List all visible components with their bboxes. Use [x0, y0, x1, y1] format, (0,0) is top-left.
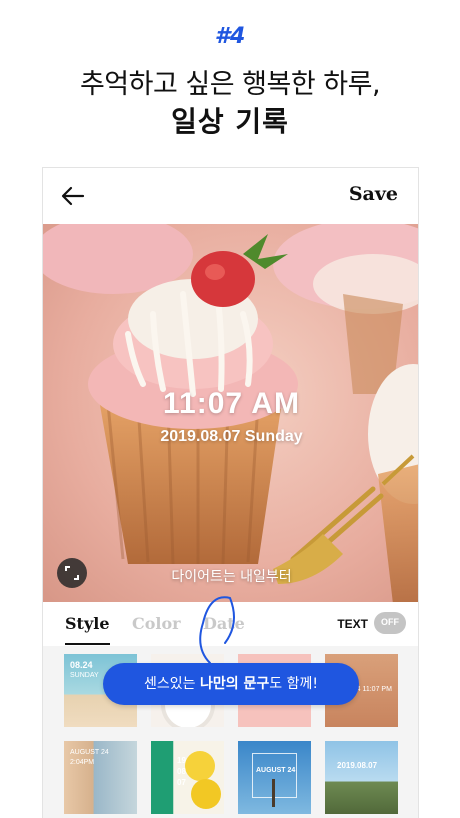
thumb-text: SUNDAY: [70, 672, 99, 679]
thumb-text: AUGUST 24: [70, 749, 109, 756]
palm-trunk: [272, 779, 275, 807]
expand-icon: [65, 566, 79, 580]
thumb-text: 08.24: [70, 660, 93, 670]
thumb-text: 2:04PM: [70, 759, 95, 766]
thumb-text: 19 08 07: [177, 756, 186, 787]
photo-preview[interactable]: 11:07 AM 2019.08.07 Sunday 다이어트는 내일부터: [43, 224, 418, 602]
callout-bold: 나만의 문구: [200, 676, 270, 692]
save-button[interactable]: Save: [349, 183, 398, 205]
callout-suffix: 도 함께!: [269, 676, 318, 692]
text-toggle-state: OFF: [381, 617, 399, 627]
callout-prefix: 센스있는: [144, 676, 200, 692]
lemon-shape: [185, 751, 215, 781]
callout-bubble: 센스있는 나만의 문구도 함께!: [103, 663, 359, 705]
arrow-left-icon: [61, 186, 85, 206]
template-thumb[interactable]: AUGUST 24: [238, 741, 311, 814]
text-toggle-label: TEXT: [337, 617, 368, 631]
text-toggle[interactable]: OFF: [374, 612, 406, 634]
app-screen: Save 11:07 AM 2019.08.07 Sunday 다이어트는 내일…: [42, 167, 419, 818]
back-button[interactable]: [57, 180, 89, 212]
template-thumb[interactable]: AUGUST 24 2:04PM: [64, 741, 137, 814]
active-tab-indicator: [65, 643, 110, 645]
lemon-shape: [191, 779, 221, 809]
photo-date-overlay: 2019.08.07 Sunday: [160, 428, 303, 445]
promo-number: #4: [214, 24, 246, 49]
photo-caption-overlay: 다이어트는 내일부터: [171, 569, 292, 585]
tab-color[interactable]: Color: [132, 614, 181, 633]
app-bar: Save: [43, 168, 418, 224]
photo-time-overlay: 11:07 AM: [163, 387, 300, 420]
promo-headline-line1: 추억하고 싶은 행복한 하루,: [79, 69, 381, 100]
scribble-decoration: [199, 596, 235, 664]
promo-headline-line2: 일상 기록: [171, 105, 289, 138]
thumb-text: AUGUST 24: [256, 767, 296, 774]
template-thumb[interactable]: 19 08 07: [151, 741, 224, 814]
expand-button[interactable]: [57, 558, 87, 588]
template-thumb[interactable]: 2019.08.07: [325, 741, 398, 814]
thumb-text: 2019.08.07: [337, 761, 378, 770]
tab-style[interactable]: Style: [65, 614, 110, 633]
